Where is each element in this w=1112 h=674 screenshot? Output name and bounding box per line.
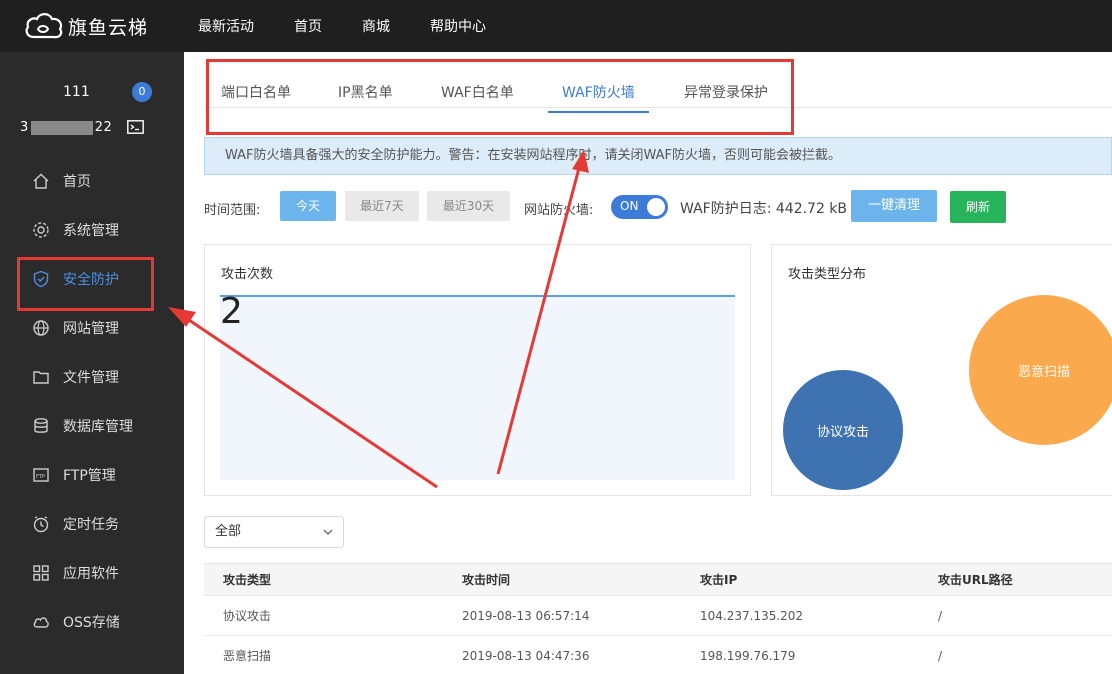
cell-attack-time: 2019-08-13 06:57:14 xyxy=(462,609,590,623)
warning-alert: WAF防火墙具备强大的安全防护能力。警告：在安装网站程序时，请关闭WAF防火墙，… xyxy=(204,137,1112,175)
clear-log-button[interactable]: 一键清理 xyxy=(851,190,937,222)
sidebar-item-label: 网站管理 xyxy=(63,320,119,337)
sidebar-item-system[interactable]: 系统管理 xyxy=(0,205,184,254)
bubble-protocol-attack[interactable]: 协议攻击 xyxy=(783,370,903,490)
sidebar-item-home[interactable]: 首页 xyxy=(0,156,184,205)
attack-type-panel: 攻击类型分布 协议攻击 恶意扫描 xyxy=(771,244,1112,496)
ip-mask xyxy=(30,120,93,135)
sidebar-item-label: 首页 xyxy=(63,173,91,190)
sidebar-item-security[interactable]: 安全防护 xyxy=(0,254,184,311)
top-bar: 旗鱼云梯 最新活动 首页 商城 帮助中心 xyxy=(0,0,1112,52)
sidebar-item-ftp[interactable]: FTP FTP管理 xyxy=(0,450,184,499)
server-ip-prefix: 3 xyxy=(20,120,29,135)
last-7-days-button[interactable]: 最近7天 xyxy=(345,191,419,221)
cloud-logo-icon xyxy=(25,13,63,39)
main-content: 端口白名单 IP黑名单 WAF白名单 WAF防火墙 异常登录保护 WAF防火墙具… xyxy=(184,52,1112,674)
user-row: 111 0 xyxy=(0,82,184,106)
brand-name: 旗鱼云梯 xyxy=(68,16,149,39)
time-range-label: 时间范围: xyxy=(204,203,261,218)
sidebar: 111 0 3 22 首页 系统管理 安全防护 网站管理 文件管理 数据库管理 … xyxy=(0,52,184,674)
notification-badge[interactable]: 0 xyxy=(132,82,152,102)
sidebar-item-label: 文件管理 xyxy=(63,369,119,386)
firewall-toggle[interactable]: ON xyxy=(611,195,668,219)
sidebar-item-label: 应用软件 xyxy=(63,565,119,582)
table-header: 攻击类型 攻击时间 攻击IP 攻击URL路径 xyxy=(204,563,1112,596)
toggle-knob xyxy=(647,198,665,216)
table-row: 协议攻击 2019-08-13 06:57:14 104.237.135.202… xyxy=(204,596,1112,636)
table-row: 恶意扫描 2019-08-13 04:47:36 198.199.76.179 … xyxy=(204,636,1112,674)
sidebar-item-label: 定时任务 xyxy=(63,516,119,533)
waf-log-size: WAF防护日志: 442.72 kB xyxy=(680,201,848,217)
sidebar-item-files[interactable]: 文件管理 xyxy=(0,352,184,401)
header-attack-url: 攻击URL路径 xyxy=(938,573,1013,587)
select-value: 全部 xyxy=(215,524,242,539)
attack-count-value: 2 xyxy=(220,291,243,332)
today-button[interactable]: 今天 xyxy=(280,191,336,221)
ftp-icon: FTP xyxy=(33,467,49,482)
apps-icon xyxy=(33,564,49,581)
server-row: 3 22 xyxy=(0,118,184,138)
sidebar-item-website[interactable]: 网站管理 xyxy=(0,303,184,352)
chevron-down-icon xyxy=(323,529,333,535)
toggle-state: ON xyxy=(620,199,639,213)
gear-icon xyxy=(33,221,49,238)
topnav-help[interactable]: 帮助中心 xyxy=(430,16,486,36)
sidebar-item-label: 数据库管理 xyxy=(63,418,133,435)
topnav-home[interactable]: 首页 xyxy=(294,16,322,36)
refresh-button[interactable]: 刷新 xyxy=(950,191,1006,223)
top-nav: 最新活动 首页 商城 帮助中心 xyxy=(198,16,526,36)
last-30-days-button[interactable]: 最近30天 xyxy=(427,191,510,221)
cell-attack-ip: 198.199.76.179 xyxy=(700,649,796,663)
attack-type-select[interactable]: 全部 xyxy=(204,516,344,548)
topnav-latest[interactable]: 最新活动 xyxy=(198,16,254,36)
cloud-icon xyxy=(33,616,49,628)
brand-logo[interactable]: 旗鱼云梯 xyxy=(0,10,184,42)
clock-icon xyxy=(33,515,49,532)
folder-icon xyxy=(33,370,49,384)
server-ip-suffix: 22 xyxy=(94,120,113,135)
firewall-label: 网站防火墙: xyxy=(524,203,594,218)
header-attack-time: 攻击时间 xyxy=(462,573,511,587)
sidebar-item-cron[interactable]: 定时任务 xyxy=(0,499,184,548)
header-attack-ip: 攻击IP xyxy=(700,573,738,587)
header-attack-type: 攻击类型 xyxy=(223,573,272,587)
annotation-highlight-box xyxy=(206,59,794,135)
globe-icon xyxy=(33,319,49,336)
sidebar-item-label: FTP管理 xyxy=(63,467,116,484)
terminal-icon[interactable] xyxy=(127,120,144,134)
attack-log-table: 攻击类型 攻击时间 攻击IP 攻击URL路径 协议攻击 2019-08-13 0… xyxy=(204,563,1112,674)
home-icon xyxy=(33,173,49,189)
cell-attack-url: / xyxy=(938,609,943,623)
database-icon xyxy=(34,417,48,433)
sidebar-menu: 首页 系统管理 安全防护 网站管理 文件管理 数据库管理 FTP FTP管理 定… xyxy=(0,156,184,646)
svg-text:FTP: FTP xyxy=(36,474,45,480)
cell-attack-time: 2019-08-13 04:47:36 xyxy=(462,649,590,663)
attack-count-title: 攻击次数 xyxy=(221,267,274,282)
sidebar-item-label: 系统管理 xyxy=(63,222,119,239)
server-ip: 3 22 xyxy=(20,120,112,135)
sidebar-item-label: OSS存储 xyxy=(63,614,120,631)
topnav-store[interactable]: 商城 xyxy=(362,16,390,36)
attack-type-title: 攻击类型分布 xyxy=(788,267,867,282)
cell-attack-ip: 104.237.135.202 xyxy=(700,609,804,623)
cell-attack-type: 协议攻击 xyxy=(223,609,272,623)
cell-attack-type: 恶意扫描 xyxy=(223,649,272,663)
user-name: 111 xyxy=(63,84,90,100)
attack-count-box: 2 xyxy=(220,291,735,480)
filter-bar: 时间范围: 今天 最近7天 最近30天 网站防火墙: ON WAF防护日志: 4… xyxy=(204,190,1112,224)
sidebar-item-oss[interactable]: OSS存储 xyxy=(0,597,184,646)
bubble-malicious-scan[interactable]: 恶意扫描 xyxy=(969,295,1112,445)
cell-attack-url: / xyxy=(938,649,943,663)
sidebar-item-apps[interactable]: 应用软件 xyxy=(0,548,184,597)
attack-count-panel: 攻击次数 2 xyxy=(204,244,751,496)
sidebar-item-database[interactable]: 数据库管理 xyxy=(0,401,184,450)
